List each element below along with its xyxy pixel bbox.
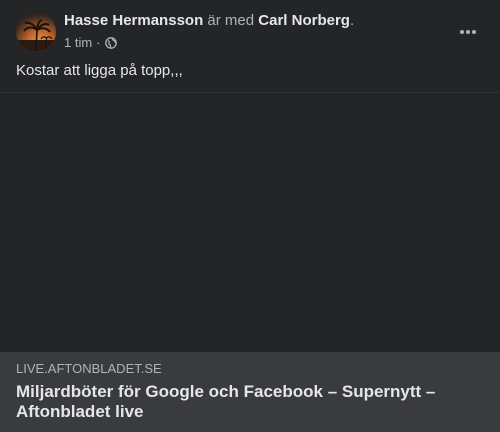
link-domain: LIVE.AFTONBLADET.SE [16, 361, 162, 376]
globe-icon[interactable] [104, 37, 117, 49]
more-options-button[interactable] [454, 18, 482, 46]
author-name[interactable]: Hasse Hermansson [64, 12, 203, 29]
link-preview[interactable]: LIVE.AFTONBLADET.SE Miljardböter för Goo… [0, 352, 500, 432]
link-title[interactable]: Miljardböter för Google och Facebook – S… [16, 382, 456, 422]
post-timestamp[interactable]: 1 tim [64, 35, 92, 51]
post-card: Hasse Hermansson är med Carl Norberg. 1 … [0, 0, 500, 432]
palm-tree-sunset-icon [16, 19, 56, 52]
meta-separator: · [96, 35, 101, 50]
period: . [349, 12, 355, 29]
post-text: Kostar att ligga på topp,,, [16, 62, 183, 79]
author-line: Hasse Hermansson är med Carl Norberg. [64, 12, 354, 30]
avatar[interactable] [16, 12, 56, 52]
more-horizontal-icon [460, 30, 476, 34]
link-preview-image[interactable] [0, 93, 500, 352]
post-meta: 1 tim · [64, 35, 117, 51]
with-connector: är med [203, 12, 259, 29]
post-header: Hasse Hermansson är med Carl Norberg. 1 … [0, 0, 500, 58]
tagged-person-name[interactable]: Carl Norberg [258, 12, 350, 29]
